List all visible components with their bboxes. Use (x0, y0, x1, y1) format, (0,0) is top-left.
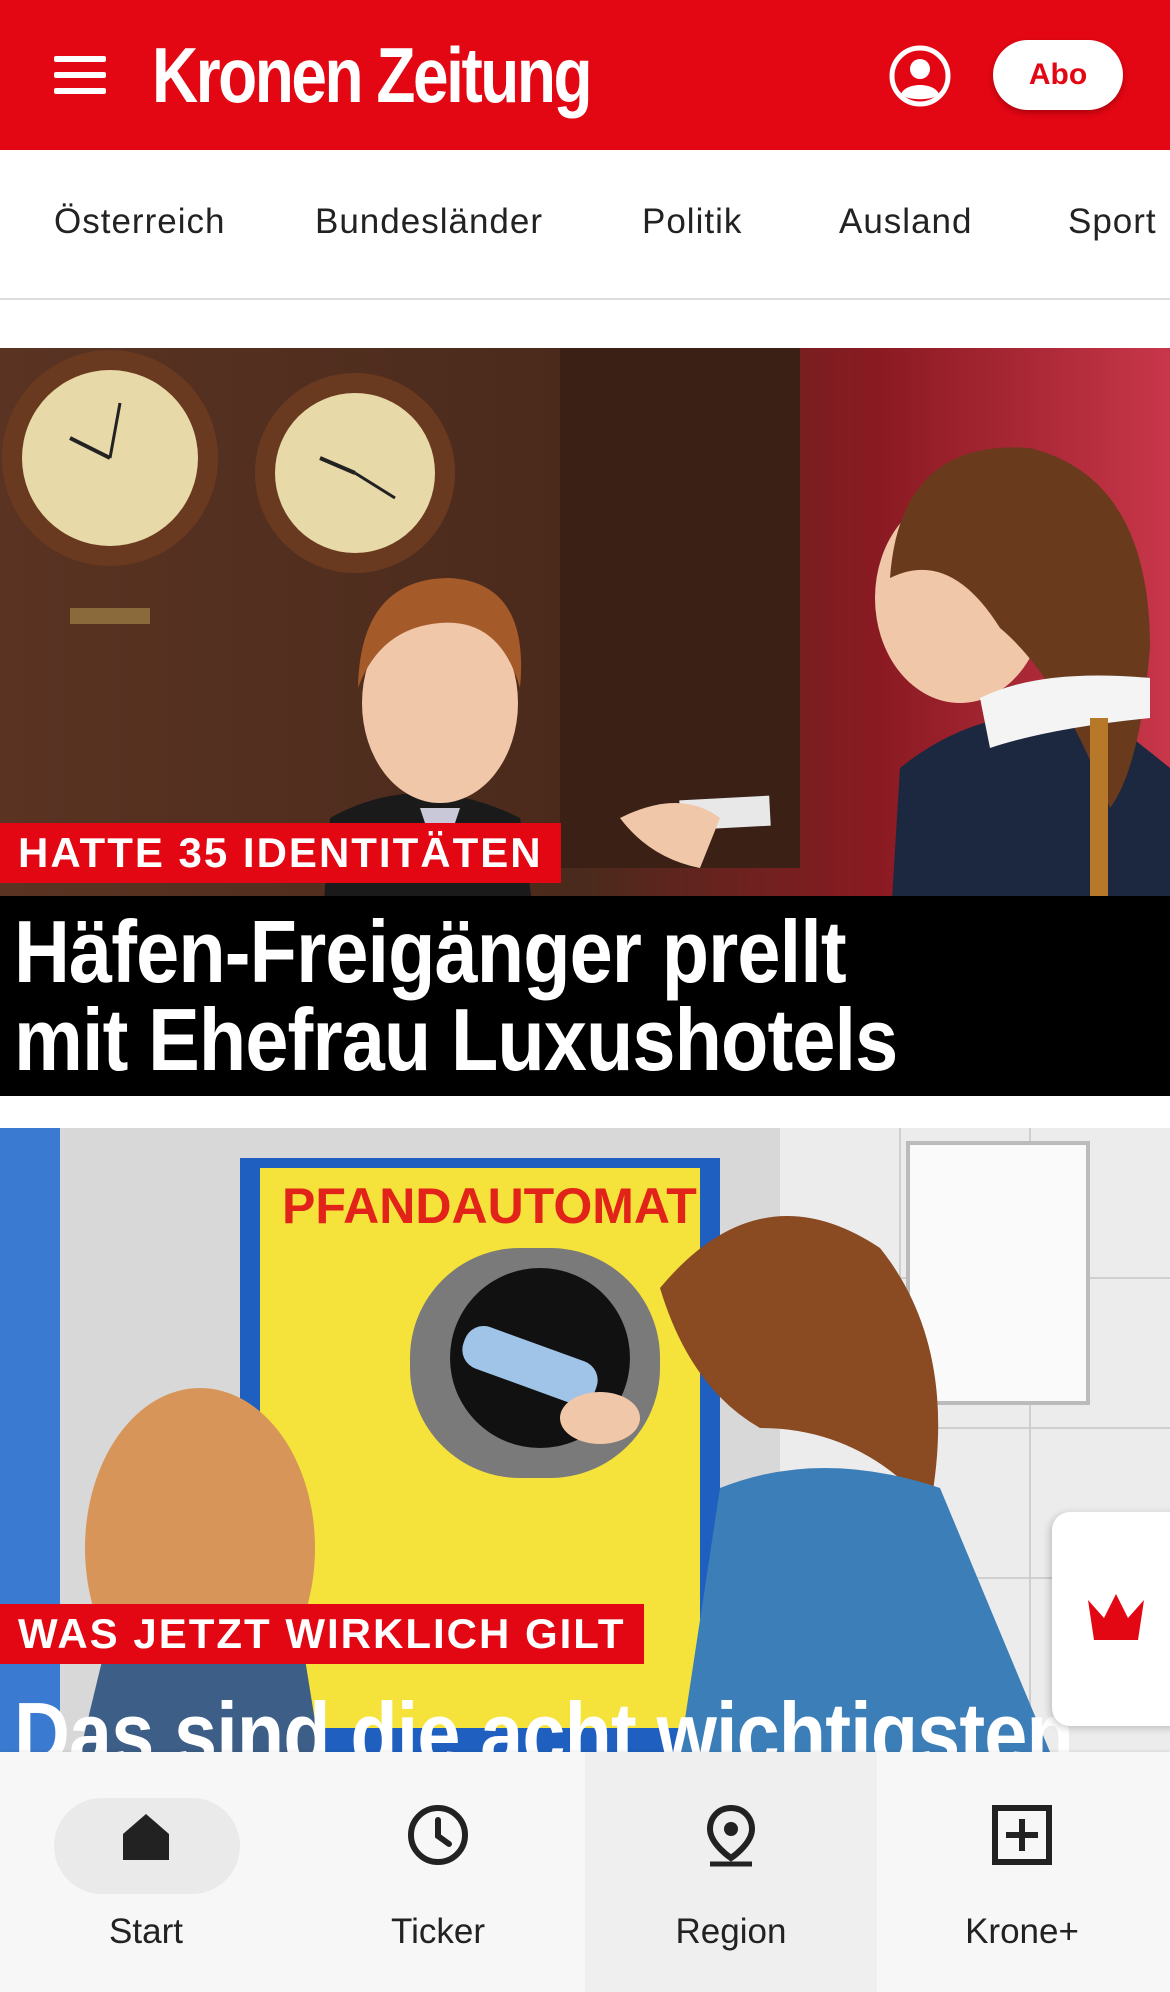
tab-label: Start (109, 1912, 183, 1951)
tab-label: Krone+ (965, 1912, 1079, 1951)
category-politik[interactable]: Politik (642, 202, 742, 242)
article-kicker: HATTE 35 IDENTITÄTEN (0, 823, 561, 883)
article-card-hotel[interactable]: HATTE 35 IDENTITÄTEN Häfen-Freigänger pr… (0, 348, 1170, 1096)
location-pin-icon (706, 1804, 756, 1867)
category-sport[interactable]: Sport (1068, 202, 1157, 242)
tab-label: Ticker (391, 1912, 485, 1951)
site-logo[interactable]: Kronen Zeitung (152, 30, 593, 120)
tab-region[interactable]: Region (585, 1752, 877, 1992)
plus-box-icon (992, 1805, 1052, 1865)
hamburger-menu-icon[interactable] (50, 52, 112, 98)
top-app-bar: Kronen Zeitung Abo (0, 0, 1170, 150)
tab-krone-plus[interactable]: Krone+ (876, 1752, 1168, 1992)
crown-icon (1088, 1594, 1144, 1640)
tab-label: Region (675, 1912, 787, 1951)
article-headline-line2: mit Ehefrau Luxushotels (14, 990, 898, 1089)
article-headline-line1: Häfen-Freigänger prellt (14, 902, 847, 1001)
home-icon (123, 1814, 169, 1860)
user-account-icon[interactable] (888, 44, 952, 108)
tab-start[interactable]: Start (0, 1752, 292, 1992)
bottom-navigation: Start Ticker Region Krone+ (0, 1752, 1170, 1992)
category-ausland[interactable]: Ausland (839, 202, 972, 242)
krone-plus-floating-button[interactable] (1052, 1512, 1170, 1726)
article-card-pfand[interactable]: PFANDAUTOMAT WAS JETZT WIRKLICH GILT Das… (0, 1128, 1170, 1752)
tab-ticker[interactable]: Ticker (292, 1752, 584, 1992)
article-headline-line1: Das sind die acht wichtigsten (14, 1684, 1074, 1753)
category-bundeslaender[interactable]: Bundesländer (315, 202, 543, 242)
category-oesterreich[interactable]: Österreich (54, 202, 225, 242)
article-kicker: WAS JETZT WIRKLICH GILT (0, 1604, 644, 1664)
abo-button[interactable]: Abo (993, 40, 1123, 110)
category-nav: Österreich Bundesländer Politik Ausland … (0, 150, 1170, 300)
clock-icon (408, 1805, 468, 1865)
machine-sign-text: PFANDAUTOMAT (282, 1178, 697, 1234)
